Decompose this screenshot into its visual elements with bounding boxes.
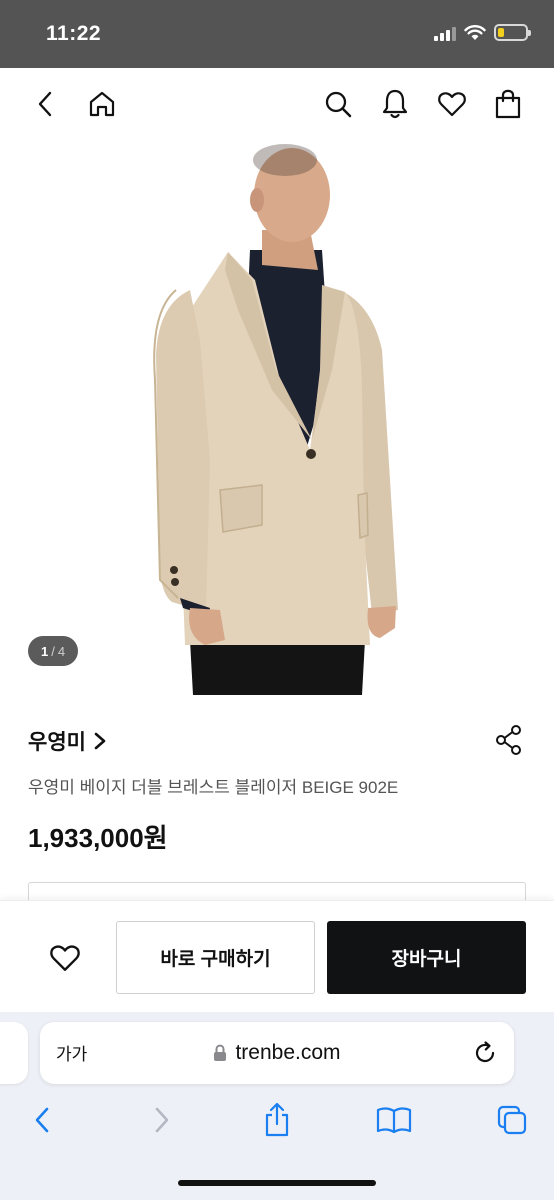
product-title: 우영미 베이지 더블 브레스트 블레이저 BEIGE 902E (28, 778, 399, 797)
image-counter-current: 1 (40, 643, 49, 659)
tabs-icon (497, 1105, 527, 1135)
product-photo (153, 144, 398, 695)
url-display[interactable]: trenbe.com (40, 1022, 514, 1084)
add-to-wishlist-button[interactable] (44, 939, 86, 977)
notifications-button[interactable] (377, 86, 413, 122)
previous-tab-preview[interactable] (0, 1022, 28, 1084)
browser-share-button[interactable] (257, 1100, 297, 1140)
buy-now-button[interactable]: 바로 구매하기 (116, 921, 315, 994)
tabs-button[interactable] (492, 1100, 532, 1140)
brand-link[interactable]: 우영미 (28, 726, 108, 756)
image-counter: 1 / 4 (28, 636, 78, 666)
home-button[interactable] (84, 86, 120, 122)
address-bar[interactable]: 가가 trenbe.com (40, 1022, 514, 1084)
status-bar: 11:22 (0, 0, 554, 68)
product-price: 1,933,000원 (28, 823, 168, 853)
cart-button[interactable] (490, 86, 526, 122)
url-text: trenbe.com (235, 1041, 341, 1064)
browser-back-button[interactable] (22, 1100, 62, 1140)
brand-name: 우영미 (28, 731, 86, 754)
wifi-icon (464, 24, 486, 40)
back-arrow-icon (35, 1107, 49, 1133)
wishlist-button[interactable] (434, 86, 470, 122)
back-icon (38, 91, 52, 117)
browser-forward-button[interactable] (142, 1100, 182, 1140)
bookmarks-button[interactable] (374, 1100, 414, 1140)
battery-icon (494, 24, 531, 41)
search-button[interactable] (320, 86, 356, 122)
heart-icon (50, 945, 80, 971)
browser-toolbar (0, 1090, 554, 1150)
home-icon (89, 91, 115, 117)
browser-chrome: 가가 trenbe.com (0, 1012, 554, 1200)
share-icon (265, 1102, 289, 1137)
bell-icon (382, 89, 408, 119)
status-time: 11:22 (46, 22, 102, 45)
product-image[interactable] (0, 140, 554, 695)
share-icon (496, 725, 521, 755)
purchase-bar: 바로 구매하기 장바구니 (0, 900, 554, 1012)
reload-button[interactable] (472, 1040, 498, 1066)
image-counter-total: 4 (57, 643, 66, 659)
add-to-cart-button[interactable]: 장바구니 (327, 921, 526, 994)
status-icons (434, 24, 531, 41)
bookmarks-icon (376, 1107, 412, 1134)
forward-arrow-icon (155, 1107, 169, 1133)
shopping-bag-icon (495, 89, 521, 119)
back-button[interactable] (28, 86, 64, 122)
chevron-right-icon (94, 732, 106, 750)
lock-icon (214, 1044, 227, 1061)
top-navigation (0, 68, 554, 140)
share-button[interactable] (494, 724, 524, 756)
cellular-signal-icon (434, 25, 456, 41)
image-counter-separator: / (51, 643, 55, 659)
search-icon (325, 91, 352, 118)
home-indicator (178, 1180, 376, 1186)
heart-icon (438, 92, 466, 117)
reload-icon (475, 1041, 495, 1063)
